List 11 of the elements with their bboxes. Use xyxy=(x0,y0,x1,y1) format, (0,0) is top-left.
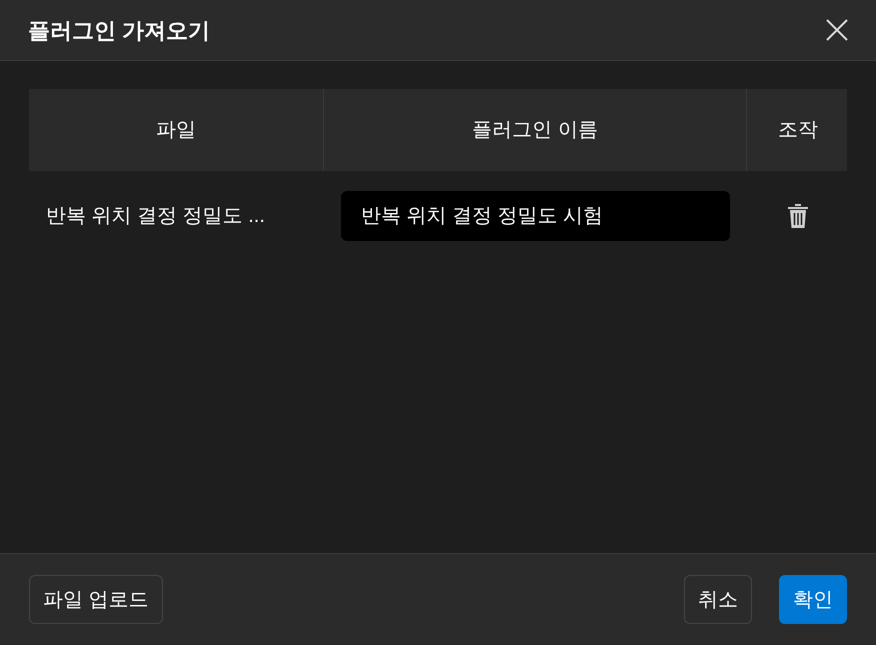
column-header: 플러그인 이름 xyxy=(472,118,598,143)
file-name: 반복 위치 결정 정밀도 ... xyxy=(46,204,265,226)
upload-button[interactable]: 파일 업로드 xyxy=(29,575,163,624)
column-header: 파일 xyxy=(156,118,196,143)
close-icon[interactable] xyxy=(824,17,850,43)
window-title: 플러그인 가져오기 xyxy=(28,16,210,44)
plugin-name-field[interactable]: 반복 위치 결정 정밀도 시험 xyxy=(341,190,730,240)
column-header: 조작 xyxy=(778,118,818,143)
confirm-button[interactable]: 확인 xyxy=(779,575,847,624)
delete-icon[interactable] xyxy=(786,202,808,228)
cancel-button[interactable]: 취소 xyxy=(684,575,752,624)
